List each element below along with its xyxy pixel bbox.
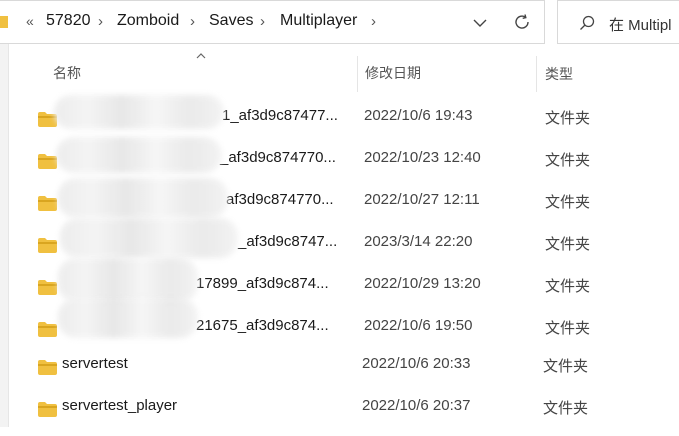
search-icon xyxy=(580,15,595,30)
file-modified-date: 2022/10/29 13:20 xyxy=(364,275,481,292)
file-modified-date: 2022/10/6 20:33 xyxy=(362,355,471,372)
file-type: 文件夹 xyxy=(545,278,591,295)
file-modified-date: 2023/3/14 22:20 xyxy=(364,233,473,250)
file-type: 文件夹 xyxy=(545,236,591,253)
redacted-name-blur xyxy=(54,95,224,129)
file-name: 21675_af3d9c874... xyxy=(196,317,329,334)
column-divider[interactable] xyxy=(357,56,358,92)
search-placeholder: 在 Multipl xyxy=(609,17,672,34)
breadcrumb-separator-icon: › xyxy=(98,13,103,30)
chevron-down-icon[interactable] xyxy=(470,13,490,33)
column-header-name[interactable]: 名称 xyxy=(53,63,81,83)
folder-icon xyxy=(38,402,57,417)
breadcrumb-item-zomboid[interactable]: Zomboid xyxy=(117,12,179,30)
file-type: 文件夹 xyxy=(543,358,589,375)
redacted-name-blur xyxy=(58,258,198,302)
file-name: servertest_player xyxy=(62,397,178,414)
breadcrumb-item-57820[interactable]: 57820 xyxy=(46,12,91,30)
file-name: 17899_af3d9c874... xyxy=(196,275,329,292)
file-modified-date: 2022/10/6 19:43 xyxy=(364,107,473,124)
folder-icon xyxy=(38,280,57,295)
column-header-type[interactable]: 类型 xyxy=(545,64,573,84)
column-divider[interactable] xyxy=(536,56,537,92)
breadcrumb-separator-icon: › xyxy=(190,13,195,30)
folder-icon xyxy=(38,360,57,375)
refresh-icon[interactable] xyxy=(512,12,532,32)
file-type: 文件夹 xyxy=(545,320,591,337)
redacted-name-blur xyxy=(56,137,222,173)
file-modified-date: 2022/10/6 20:37 xyxy=(362,397,471,414)
file-type: 文件夹 xyxy=(545,152,591,169)
redacted-name-blur xyxy=(58,178,228,218)
folder-icon xyxy=(38,196,57,211)
file-modified-date: 2022/10/27 12:11 xyxy=(364,191,480,208)
file-name: _af3d9c874770... xyxy=(220,149,336,166)
breadcrumb-separator-icon: › xyxy=(371,13,376,30)
sort-up-icon xyxy=(196,53,206,59)
file-type: 文件夹 xyxy=(545,110,591,127)
file-name: 1_af3d9c87477... xyxy=(222,107,338,124)
redacted-name-blur xyxy=(58,298,198,338)
folder-icon xyxy=(38,238,57,253)
file-modified-date: 2022/10/23 12:40 xyxy=(364,149,481,166)
breadcrumb-item-saves[interactable]: Saves xyxy=(209,12,253,30)
file-row[interactable]: servertest 2022/10/6 20:33 文件夹 xyxy=(0,352,679,394)
search-box[interactable]: 在 Multipl xyxy=(557,0,679,44)
breadcrumb-overflow[interactable]: « xyxy=(26,13,34,29)
column-header-modified[interactable]: 修改日期 xyxy=(365,63,421,83)
redacted-name-blur xyxy=(60,218,238,258)
file-type: 文件夹 xyxy=(543,400,589,417)
breadcrumb-item-multiplayer[interactable]: Multiplayer xyxy=(280,12,357,30)
file-name: _af3d9c8747... xyxy=(238,233,338,250)
breadcrumb-separator-icon: › xyxy=(260,13,265,30)
file-row[interactable]: servertest_player 2022/10/6 20:37 文件夹 xyxy=(0,394,679,436)
file-name: af3d9c874770... xyxy=(226,191,334,208)
folder-icon xyxy=(0,16,8,28)
file-modified-date: 2022/10/6 19:50 xyxy=(364,317,473,334)
file-name: servertest xyxy=(62,355,128,372)
folder-icon xyxy=(38,322,57,337)
folder-icon xyxy=(38,154,57,169)
address-bar[interactable]: « 57820 › Zomboid › Saves › Multiplayer … xyxy=(0,0,545,44)
file-type: 文件夹 xyxy=(545,194,591,211)
